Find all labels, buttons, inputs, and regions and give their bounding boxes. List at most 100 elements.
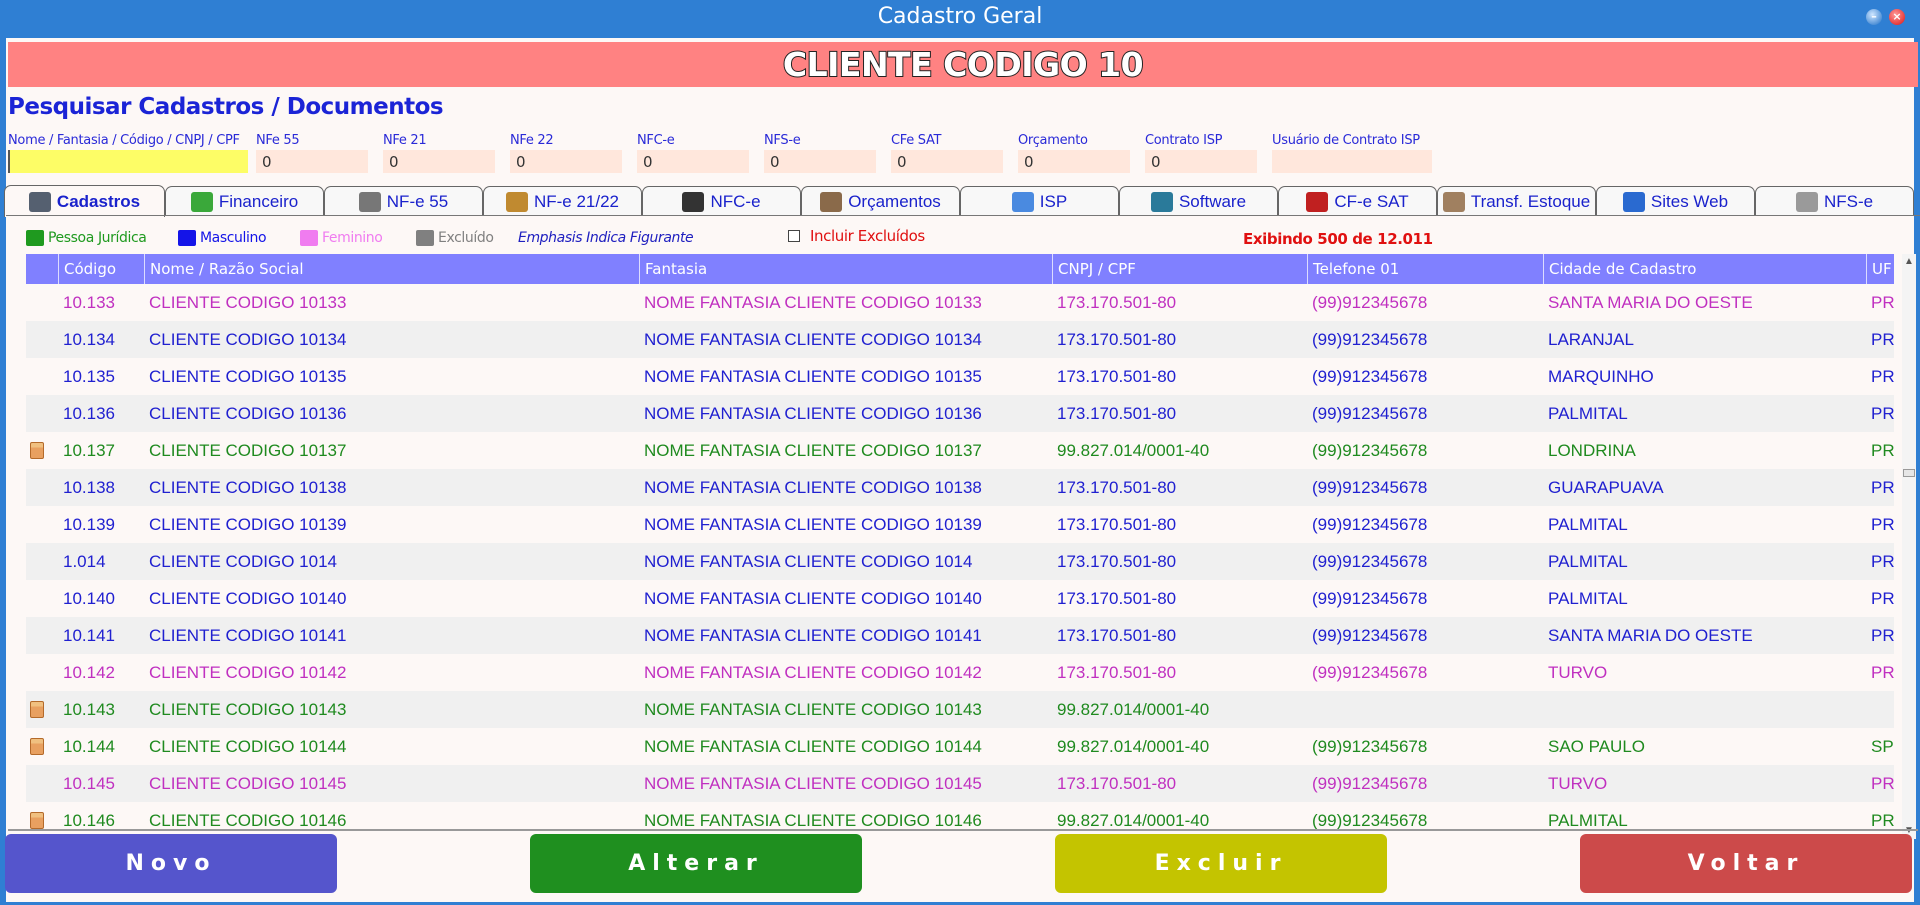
cell-doc: 173.170.501-80 [1057, 626, 1177, 645]
cell-fantasia: NOME FANTASIA CLIENTE CODIGO 10145 [644, 774, 982, 793]
cell-doc: 173.170.501-80 [1057, 774, 1177, 793]
cell-uf: PR [1871, 626, 1894, 645]
tab-transf-estoque[interactable]: Transf. Estoque [1437, 186, 1596, 216]
search-field-input[interactable] [510, 150, 622, 173]
table-row[interactable]: 10.142 CLIENTE CODIGO 10142 NOME FANTASIA … [26, 654, 1894, 691]
table-row[interactable]: 10.141 CLIENTE CODIGO 10141 NOME FANTASIA … [26, 617, 1894, 654]
cell-cidade: SANTA MARIA DO OESTE [1548, 293, 1753, 312]
male-person-icon [30, 368, 44, 385]
include-excluded-checkbox[interactable]: Incluir Excluídos [788, 227, 925, 245]
column-header[interactable]: Nome / Razão Social [144, 254, 639, 284]
column-header[interactable]: UF [1866, 254, 1894, 284]
tab-bar: Cadastros Financeiro NF-e 55 NF-e 21/22 NFC-… [4, 185, 1920, 217]
close-icon[interactable]: × [1889, 9, 1905, 25]
search-field-input[interactable] [256, 150, 368, 173]
tab-nfc-e[interactable]: NFC-e [642, 186, 801, 216]
table-row[interactable]: 10.134 CLIENTE CODIGO 10134 NOME FANTASIA … [26, 321, 1894, 358]
tab-sites-web[interactable]: Sites Web [1596, 186, 1755, 216]
tab-financeiro[interactable]: Financeiro [165, 186, 324, 216]
cell-codigo: 10.145 [63, 774, 115, 793]
people-icon [28, 191, 51, 212]
cell-telefone: (99)912345678 [1312, 663, 1428, 682]
search-field-input[interactable] [1272, 150, 1432, 173]
column-header[interactable]: Fantasia [639, 254, 1052, 284]
tab-label: Sites Web [1650, 191, 1729, 211]
table-row[interactable]: 10.139 CLIENTE CODIGO 10139 NOME FANTASIA … [26, 506, 1894, 543]
table-row[interactable]: 10.135 CLIENTE CODIGO 10135 NOME FANTASIA … [26, 358, 1894, 395]
cell-nome: CLIENTE CODIGO 10140 [149, 589, 347, 608]
cell-cidade: MARQUINHO [1548, 367, 1654, 386]
checkbox-icon[interactable] [788, 230, 800, 242]
search-field-label: Orçamento [1018, 133, 1088, 148]
voltar-button[interactable]: Voltar [1580, 834, 1912, 893]
tab-nf-e-21-22[interactable]: NF-e 21/22 [483, 186, 642, 216]
tab-nfs-e[interactable]: NFS-e [1755, 186, 1914, 216]
company-icon [30, 812, 44, 829]
column-header[interactable]: Cidade de Cadastro [1543, 254, 1866, 284]
minimize-icon[interactable]: – [1866, 9, 1882, 25]
tab-label: Orçamentos [848, 191, 941, 211]
table-row[interactable]: 10.144 CLIENTE CODIGO 10144 NOME FANTASIA … [26, 728, 1894, 765]
search-field-input[interactable] [637, 150, 749, 173]
stack-icon [1795, 191, 1818, 212]
search-field-label: Nome / Fantasia / Código / CNPJ / CPF [8, 133, 240, 148]
tab-or-amentos[interactable]: Orçamentos [801, 186, 960, 216]
globe-icon [1622, 191, 1645, 212]
excluir-button[interactable]: Excluir [1055, 834, 1387, 893]
cell-uf: PR [1871, 589, 1894, 608]
search-input[interactable] [8, 150, 248, 173]
male-person-icon [30, 627, 44, 644]
scroll-thumb[interactable] [1903, 469, 1915, 477]
column-header[interactable]: Código [58, 254, 144, 284]
window-title: Cadastro Geral [877, 4, 1043, 29]
search-field-label: NFe 21 [383, 133, 427, 148]
tab-cf-e-sat[interactable]: CF-e SAT [1278, 186, 1437, 216]
search-field-input[interactable] [1018, 150, 1130, 173]
search-field-input[interactable] [764, 150, 876, 173]
include-excluded-label: Incluir Excluídos [810, 227, 925, 245]
table-row[interactable]: 10.136 CLIENTE CODIGO 10136 NOME FANTASIA … [26, 395, 1894, 432]
tab-software[interactable]: Software [1119, 186, 1278, 216]
cell-telefone: (99)912345678 [1312, 404, 1428, 423]
legend-label: Feminino [322, 230, 383, 246]
cell-doc: 99.827.014/0001-40 [1057, 737, 1210, 756]
building-icon [505, 191, 528, 212]
search-field-input[interactable] [383, 150, 495, 173]
novo-button[interactable]: Novo [5, 834, 337, 893]
search-field-input[interactable] [1145, 150, 1257, 173]
column-header[interactable]: CNPJ / CPF [1052, 254, 1307, 284]
column-header[interactable]: Telefone 01 [1307, 254, 1543, 284]
table-row[interactable]: 10.133 CLIENTE CODIGO 10133 NOME FANTASIA … [26, 284, 1894, 321]
male-person-icon [30, 516, 44, 533]
tab-nf-e-55[interactable]: NF-e 55 [324, 186, 483, 216]
cell-nome: CLIENTE CODIGO 10142 [149, 663, 347, 682]
table-row[interactable]: 1.014 CLIENTE CODIGO 1014 NOME FANTASIA CL… [26, 543, 1894, 580]
cell-codigo: 10.137 [63, 441, 115, 460]
cell-telefone: (99)912345678 [1312, 737, 1428, 756]
table-row[interactable]: 10.137 CLIENTE CODIGO 10137 NOME FANTASIA … [26, 432, 1894, 469]
divider [8, 829, 1918, 831]
cell-cidade: SAO PAULO [1548, 737, 1645, 756]
cell-telefone: (99)912345678 [1312, 589, 1428, 608]
search-field-input[interactable] [891, 150, 1003, 173]
cell-fantasia: NOME FANTASIA CLIENTE CODIGO 10140 [644, 589, 982, 608]
tab-isp[interactable]: ISP [960, 186, 1119, 216]
table-row[interactable]: 10.145 CLIENTE CODIGO 10145 NOME FANTASIA … [26, 765, 1894, 802]
table-row[interactable]: 10.138 CLIENTE CODIGO 10138 NOME FANTASIA … [26, 469, 1894, 506]
tab-label: NF-e 55 [386, 191, 449, 211]
cell-telefone: (99)912345678 [1312, 626, 1428, 645]
tab-cadastros[interactable]: Cadastros [4, 185, 165, 217]
legend-item: Feminino [300, 230, 383, 246]
search-field-label: Usuário de Contrato ISP [1272, 133, 1420, 148]
cell-uf: PR [1871, 330, 1894, 349]
cell-fantasia: NOME FANTASIA CLIENTE CODIGO 1014 [644, 552, 973, 571]
tab-label: ISP [1039, 191, 1068, 211]
cell-fantasia: NOME FANTASIA CLIENTE CODIGO 10136 [644, 404, 982, 423]
table-scrollbar[interactable]: ▲ ▼ [1902, 254, 1916, 839]
scroll-up-icon[interactable]: ▲ [1903, 256, 1915, 268]
alterar-button[interactable]: Alterar [530, 834, 862, 893]
cell-fantasia: NOME FANTASIA CLIENTE CODIGO 10135 [644, 367, 982, 386]
cell-nome: CLIENTE CODIGO 10133 [149, 293, 347, 312]
table-row[interactable]: 10.140 CLIENTE CODIGO 10140 NOME FANTASIA … [26, 580, 1894, 617]
table-row[interactable]: 10.143 CLIENTE CODIGO 10143 NOME FANTASIA … [26, 691, 1894, 728]
